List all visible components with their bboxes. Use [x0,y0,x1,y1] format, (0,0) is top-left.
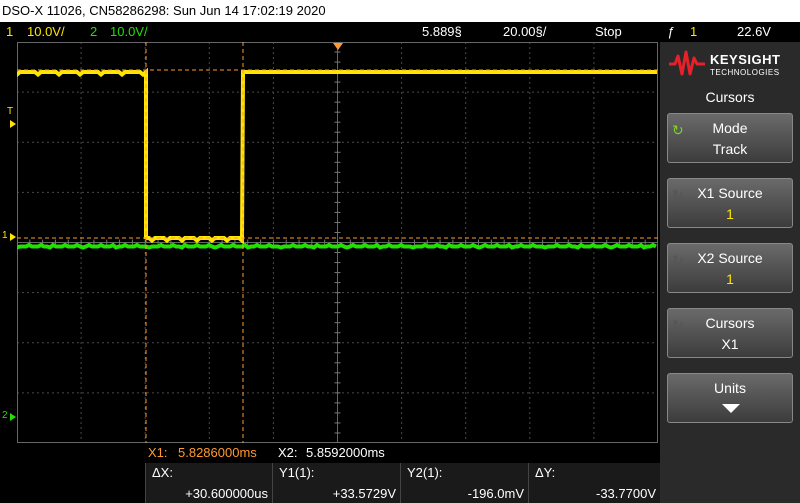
units-softkey[interactable]: Units [667,373,793,423]
cursors-softkey[interactable]: ↻ Cursors X1 [667,308,793,358]
keysight-logo: KEYSIGHT TECHNOLOGIES [668,48,794,80]
y1-value: +33.5729V [332,486,396,501]
window-title: DSO-X 11026, CN58286298: Sun Jun 14 17:0… [2,3,326,18]
time-offset[interactable]: 5.889§ [422,22,462,42]
ch1-ground-arrow-icon [10,233,16,241]
trigger-position-icon [333,43,343,50]
y2-value: -196.0mV [467,486,524,501]
cursor-readout: X1: 5.8286000ms X2: 5.8592000ms ΔX: +30.… [0,443,660,503]
waveform-svg [17,42,658,443]
x2-source-softkey[interactable]: ↻ X2 Source 1 [667,243,793,293]
brand-sub: TECHNOLOGIES [710,68,780,77]
mode-value: Track [712,141,748,157]
ch1-ground-marker: 1 [2,230,8,241]
trigger-edge-icon: ƒ [667,24,675,39]
down-arrow-icon [722,404,740,413]
y1-cell: Y1(1): +33.5729V [272,463,400,503]
x2-source-label: X2 Source [697,250,763,266]
trigger-channel[interactable]: 1 [690,22,697,42]
y2-cell: Y2(1): -196.0mV [400,463,528,503]
waveform-display[interactable] [17,42,658,443]
y1-label: Y1(1): [279,465,315,480]
ch2-scale[interactable]: 10.0V/ [110,22,148,42]
y2-label: Y2(1): [407,465,443,480]
menu-title: Cursors [705,89,755,105]
delta-y-label: ΔY: [535,465,556,480]
mode-label: Mode [712,120,748,136]
delta-x-cell: ΔX: +30.600000us [145,463,272,503]
title-bar: DSO-X 11026, CN58286298: Sun Jun 14 17:0… [0,0,800,22]
keysight-logo-icon [669,50,705,76]
brand-name: KEYSIGHT [710,52,781,67]
softkey-panel: KEYSIGHT TECHNOLOGIES Cursors ↻ Mode Tra… [660,42,800,503]
ch1-number[interactable]: 1 [6,22,13,42]
cursors-label: Cursors [705,315,755,331]
time-scale[interactable]: 20.00§/ [503,22,546,42]
x1-value[interactable]: 5.8286000ms [178,444,257,461]
trigger-level[interactable]: 22.6V [737,22,771,42]
delta-y-cell: ΔY: -33.7700V [528,463,660,503]
x1-source-softkey[interactable]: ↻ X1 Source 1 [667,178,793,228]
x2-label: X2: [278,445,298,460]
delta-x-label: ΔX: [152,465,173,480]
graticule [17,42,658,443]
x1-label: X1: [148,445,168,460]
cursors-value: X1 [721,336,739,352]
mode-softkey[interactable]: ↻ Mode Track [667,113,793,163]
ch2-ground-marker: 2 [2,410,8,421]
ch2-number[interactable]: 2 [90,22,97,42]
run-state[interactable]: Stop [595,22,622,42]
trigger-arrow-icon [10,120,16,128]
ch2-ground-arrow-icon [10,413,16,421]
ch2-trace [17,242,657,250]
x1-source-value: 1 [726,206,734,222]
delta-y-value: -33.7700V [596,486,656,501]
status-bar: 1 10.0V/ 2 10.0V/ 5.889§ 20.00§/ Stop ƒ … [0,22,800,42]
units-label: Units [714,380,746,396]
x2-source-value: 1 [726,271,734,287]
trigger-level-marker: T [7,106,14,117]
ch1-scale[interactable]: 10.0V/ [27,22,65,42]
x1-source-label: X1 Source [697,185,763,201]
delta-x-value: +30.600000us [185,486,268,501]
x2-value[interactable]: 5.8592000ms [306,444,385,461]
